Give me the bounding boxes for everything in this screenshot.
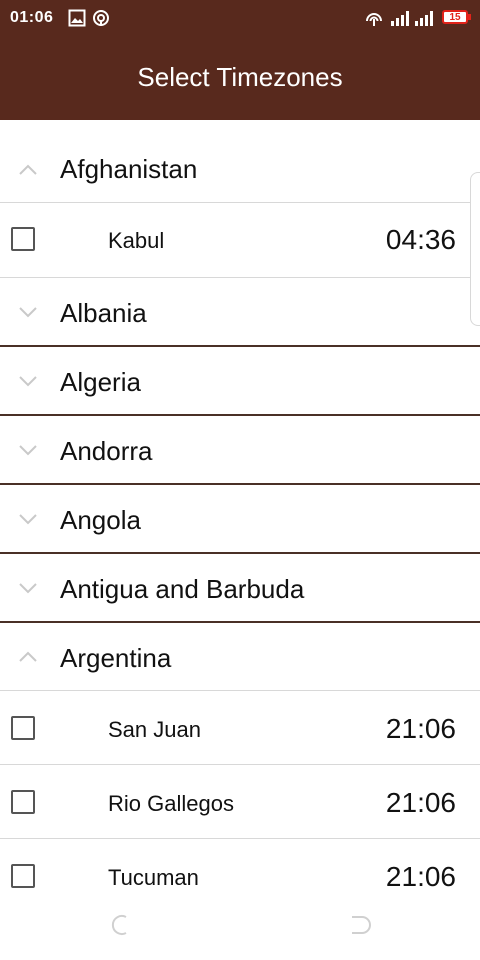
chevron-down-icon [19,583,37,594]
timezone-row-kabul[interactable]: Kabul 04:36 [0,203,480,277]
app-bar: 01:06 15 Select Timezones [0,0,480,120]
country-label: Albania [60,298,147,328]
hotspot-notification-icon [93,10,109,26]
battery-icon: 15 [442,10,468,24]
country-row-angola[interactable]: Angola [0,485,480,552]
page-title: Select Timezones [137,62,343,92]
country-label: Angola [60,505,141,535]
signal-strength-icon-2 [415,11,433,26]
chevron-up-icon [19,651,37,662]
timezone-label: Kabul [108,228,165,253]
timezone-time: 21:06 [385,787,456,818]
chevron-up-icon [19,164,37,175]
chevron-down-icon [19,376,37,387]
timezone-time: 21:06 [385,713,456,744]
timezone-row-san-juan[interactable]: San Juan 21:06 [0,691,480,764]
battery-level: 15 [449,12,461,23]
country-label: Afghanistan [60,154,198,184]
checkbox-icon[interactable] [11,227,35,251]
chevron-down-icon [19,445,37,456]
timezone-label: Rio Gallegos [108,791,234,816]
checkbox-icon[interactable] [11,864,35,888]
recents-nav-icon[interactable] [348,914,372,936]
timezone-label: San Juan [108,717,201,742]
country-label: Antigua and Barbuda [60,574,305,604]
checkbox-icon[interactable] [11,716,35,740]
country-label: Andorra [60,436,153,466]
country-label: Argentina [60,643,172,673]
status-time: 01:06 [10,9,54,26]
navigation-bar [0,888,480,960]
country-row-algeria[interactable]: Algeria [0,347,480,414]
checkbox-icon[interactable] [11,790,35,814]
image-notification-icon [68,9,86,27]
country-label: Algeria [60,367,141,397]
chevron-down-icon [19,307,37,318]
status-bar: 01:06 15 [0,0,480,36]
country-row-antigua-and-barbuda[interactable]: Antigua and Barbuda [0,554,480,621]
timezone-row-rio-gallegos[interactable]: Rio Gallegos 21:06 [0,765,480,838]
timezone-time: 04:36 [385,224,456,255]
country-row-afghanistan[interactable]: Afghanistan [0,120,480,202]
chevron-down-icon [19,514,37,525]
hotspot-status-icon [366,13,382,26]
scroll-handle[interactable] [470,172,480,326]
country-row-albania[interactable]: Albania [0,278,480,345]
country-row-argentina[interactable]: Argentina [0,623,480,690]
back-nav-icon[interactable] [108,914,132,936]
signal-strength-icon-1 [391,11,409,26]
battery-tip-icon [468,14,471,20]
country-row-andorra[interactable]: Andorra [0,416,480,483]
